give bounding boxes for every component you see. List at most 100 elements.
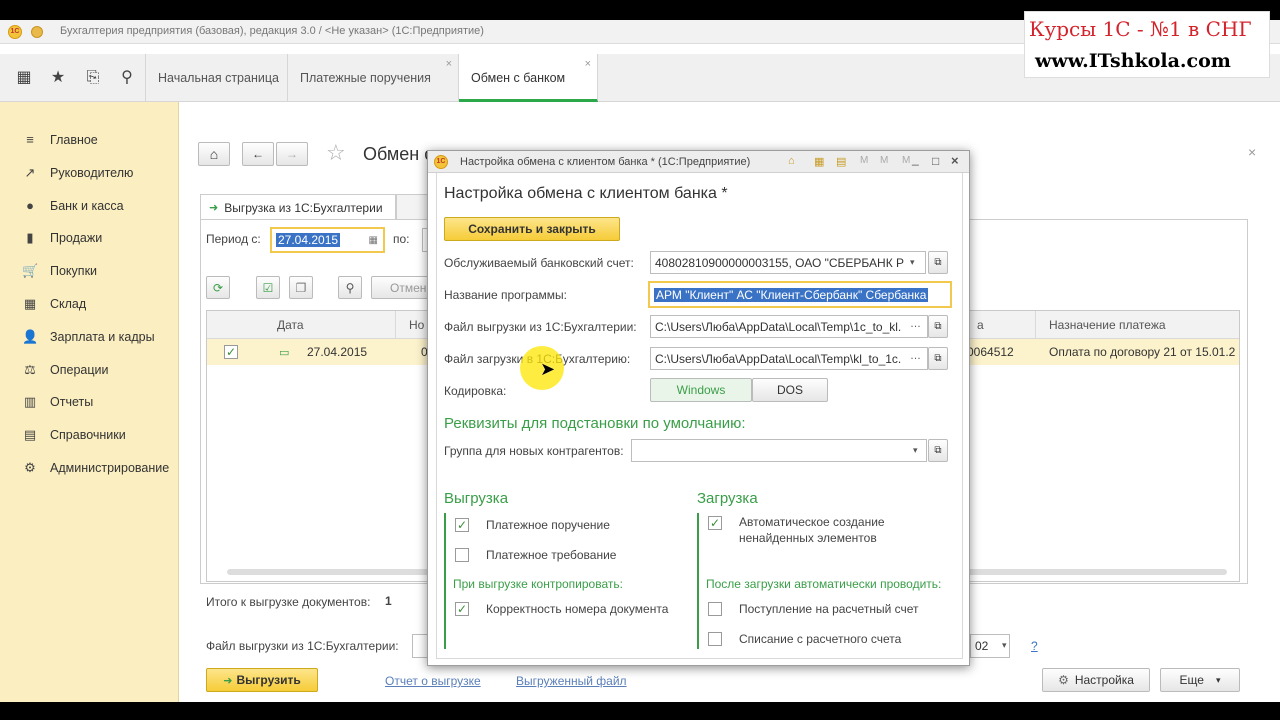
app-logo-icon: 1С — [8, 25, 22, 39]
subtab-export[interactable]: ➜ Выгрузка из 1С:Бухгалтерии — [200, 194, 396, 220]
defaults-heading: Реквизиты для подстановки по умолчанию: — [444, 415, 746, 432]
help-link[interactable]: ? — [1031, 639, 1038, 653]
form-close-icon[interactable]: × — [1248, 144, 1256, 160]
checkbox-post-receipt[interactable] — [708, 602, 722, 616]
auto-create-label-line2: ненайденных элементов — [739, 531, 877, 545]
sidebar-item[interactable]: 👤 Зарплата и кадры — [22, 327, 155, 347]
sidebar-item[interactable]: ● Банк и касса — [22, 196, 124, 216]
exported-file-link[interactable]: Выгруженный файл — [516, 674, 627, 688]
column-divider — [395, 311, 396, 339]
favorites-star-icon[interactable]: ★ — [48, 68, 68, 88]
bank-account-value: 40802810900000003155, ОАО "СБЕРБАНК Р — [655, 255, 905, 270]
history-icon[interactable]: ⎘ — [83, 68, 103, 88]
encoding-windows-button[interactable]: Windows — [650, 378, 752, 402]
program-name-input[interactable]: АРМ "Клиент" АС "Клиент-Сбербанк" Сберба… — [648, 281, 952, 308]
cancel-search-button[interactable]: Отмен — [371, 276, 431, 299]
browse-icon[interactable]: … — [910, 318, 921, 330]
period-from-input[interactable]: 27.04.2015 ▦ — [270, 227, 385, 253]
close-icon[interactable]: × — [446, 58, 452, 70]
tab-label: Начальная страница — [158, 71, 279, 85]
export-file-input[interactable]: C:\Users\Люба\AppData\Local\Temp\1c_to_k… — [650, 315, 928, 338]
encoding-label: Кодировка: — [444, 384, 507, 398]
memory-plus-icon[interactable]: M — [880, 155, 888, 166]
refresh-button[interactable]: ⟳ — [206, 276, 230, 299]
apps-grid-icon[interactable]: ▦ — [14, 68, 34, 88]
sidebar-item-icon: ⚙ — [24, 460, 36, 475]
tab-payment-orders[interactable]: Платежные поручения × — [288, 54, 459, 102]
post-receipt-label: Поступление на расчетный счет — [739, 602, 919, 616]
maximize-icon[interactable]: □ — [932, 154, 939, 168]
sidebar-item-label: Администрирование — [50, 461, 170, 475]
settings-button[interactable]: ⚙ Настройка — [1042, 668, 1150, 692]
minimize-icon[interactable]: _ — [912, 152, 919, 166]
row-checkbox[interactable]: ✓ — [224, 345, 238, 359]
search-icon: ⚲ — [345, 280, 355, 295]
tab-label: Платежные поручения — [300, 71, 431, 85]
column-divider — [1035, 311, 1036, 339]
open-export-file-button[interactable]: ⧉ — [928, 315, 948, 338]
import-file-input[interactable]: C:\Users\Люба\AppData\Local\Temp\kl_to_1… — [650, 347, 928, 370]
menu-circle-icon[interactable] — [31, 26, 43, 38]
bank-account-input[interactable]: 40802810900000003155, ОАО "СБЕРБАНК Р — [650, 251, 926, 274]
file-export-input[interactable] — [412, 634, 428, 658]
sidebar-item[interactable]: 🛒 Покупки — [22, 261, 97, 281]
open-account-button[interactable]: ⧉ — [928, 251, 948, 274]
column-date: Дата — [277, 318, 304, 332]
export-report-link[interactable]: Отчет о выгрузке — [385, 674, 481, 688]
find-button[interactable]: ⚲ — [338, 276, 362, 299]
uncheck-all-button[interactable]: ❐ — [289, 276, 313, 299]
sidebar-item[interactable]: ⚙ Администрирование — [22, 458, 169, 478]
import-file-value: C:\Users\Люба\AppData\Local\Temp\kl_to_1… — [655, 351, 902, 366]
application-window: 1С Бухгалтерия предприятия (базовая), ре… — [0, 20, 1280, 702]
bank-account-label: Обслуживаемый банковский счет: — [444, 256, 634, 270]
sidebar-item-icon: ≡ — [26, 132, 34, 147]
export-button[interactable]: ➜ Выгрузить — [206, 668, 318, 692]
checkbox-auto-create[interactable]: ✓ — [708, 516, 722, 530]
bookmark-icon[interactable]: ⌂ — [788, 155, 795, 167]
payment-order-label: Платежное поручение — [486, 518, 610, 532]
calculator-icon[interactable]: ▦ — [814, 155, 824, 168]
chevron-down-icon[interactable]: ▾ — [913, 445, 918, 456]
check-all-button[interactable]: ☑ — [256, 276, 280, 299]
sidebar-item[interactable]: ▦ Склад — [22, 294, 86, 314]
close-icon[interactable]: × — [951, 153, 959, 168]
open-group-button[interactable]: ⧉ — [928, 439, 948, 462]
memory-minus-icon[interactable]: M — [902, 155, 910, 166]
calendar-icon[interactable]: ▤ — [836, 155, 846, 168]
sidebar-item[interactable]: ▮ Продажи — [22, 228, 102, 248]
more-button[interactable]: Еще ▾ — [1160, 668, 1240, 692]
sidebar-item-label: Руководителю — [50, 165, 134, 180]
checkbox-post-writeoff[interactable] — [708, 632, 722, 646]
sidebar-item[interactable]: ▤ Справочники — [22, 425, 126, 445]
calendar-icon[interactable]: ▦ — [369, 235, 378, 246]
sidebar-item[interactable]: ▥ Отчеты — [22, 392, 93, 412]
search-icon[interactable]: ⚲ — [117, 68, 137, 88]
export-heading: Выгрузка — [444, 490, 509, 507]
forward-button[interactable]: → — [276, 142, 308, 166]
back-button[interactable]: ← — [242, 142, 274, 166]
subtab-import[interactable] — [396, 194, 430, 220]
sidebar-item-label: Продажи — [50, 231, 103, 246]
home-button[interactable]: ⌂ — [198, 142, 230, 166]
tab-home[interactable]: Начальная страница — [146, 54, 288, 102]
close-icon[interactable]: × — [585, 58, 591, 70]
chevron-down-icon[interactable]: ▾ — [910, 257, 915, 268]
chevron-down-icon[interactable]: ▾ — [1002, 640, 1007, 651]
sidebar-item[interactable]: ≡ Главное — [22, 130, 98, 150]
sidebar-item[interactable]: ↗ Руководителю — [22, 163, 134, 183]
open-import-file-button[interactable]: ⧉ — [928, 347, 948, 370]
memory-m-icon[interactable]: M — [860, 155, 868, 166]
save-and-close-button[interactable]: Сохранить и закрыть — [444, 217, 620, 241]
checkbox-payment-request[interactable] — [455, 548, 469, 562]
encoding-dos-button[interactable]: DOS — [752, 378, 828, 402]
tab-bank-exchange[interactable]: Обмен с банком × — [459, 54, 598, 102]
sidebar-item[interactable]: ⚖ Операции — [22, 360, 108, 380]
sidebar-item-label: Покупки — [50, 264, 98, 279]
favorite-star-icon[interactable]: ☆ — [326, 140, 346, 166]
browse-icon[interactable]: … — [910, 350, 921, 362]
tab-label: Обмен с банком — [471, 71, 566, 85]
checkbox-doc-number[interactable]: ✓ — [455, 602, 469, 616]
refresh-icon: ⟳ — [212, 280, 224, 295]
checkbox-payment-order[interactable]: ✓ — [455, 518, 469, 532]
new-contractors-group-input[interactable] — [631, 439, 927, 462]
